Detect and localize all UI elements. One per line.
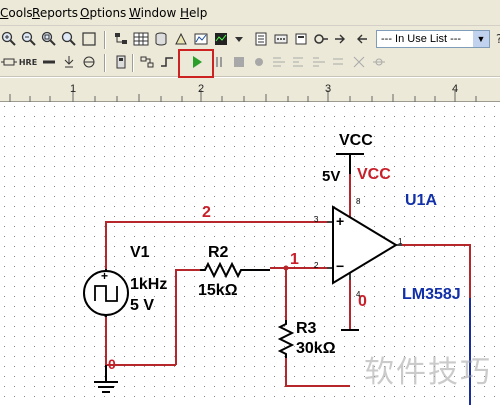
help-icon[interactable]: ? xyxy=(492,30,500,48)
bus-icon[interactable] xyxy=(40,53,58,71)
watermark-text: 软件技巧 xyxy=(364,355,492,390)
database-icon[interactable] xyxy=(152,30,170,48)
toolbar-area: --- In Use List --- ▼ ? HRE xyxy=(0,26,500,77)
run-to-cursor-icon[interactable] xyxy=(330,53,348,71)
remove-breakpoints-icon[interactable] xyxy=(370,53,388,71)
ruler-mark-2: 2 xyxy=(198,83,205,95)
component-icon[interactable] xyxy=(0,53,18,71)
in-use-list-value: --- In Use List --- xyxy=(381,33,462,45)
r3-value-label: 30kΩ xyxy=(296,340,336,357)
vcc-top-label: VCC xyxy=(339,132,373,149)
ultiboard-icon[interactable] xyxy=(312,30,330,48)
hierarchical-block-label[interactable]: HRE xyxy=(19,53,37,71)
v1-plus-label: + xyxy=(101,269,109,283)
menu-reports[interactable]: Reports xyxy=(32,6,78,20)
back-annotate-icon[interactable] xyxy=(352,30,370,48)
ruler-mark-1: 1 xyxy=(70,83,77,95)
r2-value-label: 15kΩ xyxy=(198,282,238,299)
full-screen-icon[interactable] xyxy=(80,30,98,48)
zoom-in-icon[interactable] xyxy=(0,30,18,48)
step-signal-icon[interactable] xyxy=(158,53,176,71)
grapher-icon[interactable] xyxy=(212,30,230,48)
postprocessor-icon[interactable] xyxy=(192,30,210,48)
component-wizard-icon[interactable] xyxy=(172,30,190,48)
breakpoint-icon[interactable] xyxy=(350,53,368,71)
step-out-icon[interactable] xyxy=(310,53,328,71)
net-2-label: 2 xyxy=(202,204,211,221)
opamp-ref-label: U1A xyxy=(405,192,438,209)
spreadsheet-icon[interactable] xyxy=(132,30,150,48)
run-button-highlight xyxy=(178,49,214,78)
opamp-plus-pin: + xyxy=(336,213,345,229)
zoom-fit-icon[interactable] xyxy=(60,30,78,48)
menu-window[interactable]: Window xyxy=(129,6,176,20)
net-0-left-label: 0 xyxy=(108,356,116,372)
probe-icon[interactable] xyxy=(60,53,78,71)
step-over-icon[interactable] xyxy=(290,53,308,71)
ruler-mark-3: 3 xyxy=(325,83,332,95)
ruler: 1 2 3 4 xyxy=(0,78,500,102)
step-into-icon[interactable] xyxy=(270,53,288,71)
schematic-canvas[interactable]: VCC 5V VCC U1A LM358J + − 3 2 1 8 4 2 1 … xyxy=(0,102,500,405)
pin-3-label: 3 xyxy=(314,215,319,224)
v1-amp-label: 5 V xyxy=(130,297,155,314)
connector-icon[interactable] xyxy=(80,53,98,71)
toolbar-separator xyxy=(132,54,134,72)
zoom-area-icon[interactable] xyxy=(40,30,58,48)
svg-text:?: ? xyxy=(496,32,500,46)
menu-help[interactable]: Help xyxy=(180,6,207,20)
vcc-net-label: VCC xyxy=(357,166,391,183)
opamp-minus-pin: − xyxy=(336,258,345,274)
forward-annotate-icon[interactable] xyxy=(332,30,350,48)
zoom-out-icon[interactable] xyxy=(20,30,38,48)
pin-8-label: 8 xyxy=(356,197,361,206)
net-0-label: 0 xyxy=(358,293,367,310)
opamp-part-label: LM358J xyxy=(402,286,461,303)
menu-options[interactable]: Options xyxy=(80,6,126,20)
v1-freq-label: 1kHz xyxy=(130,276,168,293)
net-1-label: 1 xyxy=(290,251,299,268)
bom-icon[interactable] xyxy=(252,30,270,48)
menu-bar: Cools Reports Options Window Help xyxy=(0,0,500,26)
instrument-icon[interactable] xyxy=(112,53,130,71)
toolbar-separator xyxy=(104,31,106,49)
in-use-list-select[interactable]: --- In Use List --- ▼ xyxy=(376,30,490,48)
stop-simulation-button[interactable] xyxy=(230,53,248,71)
ruler-mark-4: 4 xyxy=(452,83,459,95)
netlist-icon[interactable] xyxy=(138,53,156,71)
vcc-value-label: 5V xyxy=(322,168,341,185)
menu-tools[interactable]: Cools xyxy=(0,6,33,20)
hierarchy-icon[interactable] xyxy=(112,30,130,48)
pin-1-label: 1 xyxy=(398,237,403,246)
breadboard-icon[interactable] xyxy=(272,30,290,48)
pin-2-label: 2 xyxy=(314,261,319,270)
chevron-down-icon[interactable]: ▼ xyxy=(473,31,489,47)
step-icon[interactable] xyxy=(250,53,268,71)
v1-ref-label: V1 xyxy=(130,244,150,261)
r3-ref-label: R3 xyxy=(296,320,317,337)
description-box-icon[interactable] xyxy=(292,30,310,48)
r2-ref-label: R2 xyxy=(208,244,229,261)
dropdown-arrow-icon[interactable] xyxy=(230,30,248,48)
toolbar-separator xyxy=(104,54,106,72)
